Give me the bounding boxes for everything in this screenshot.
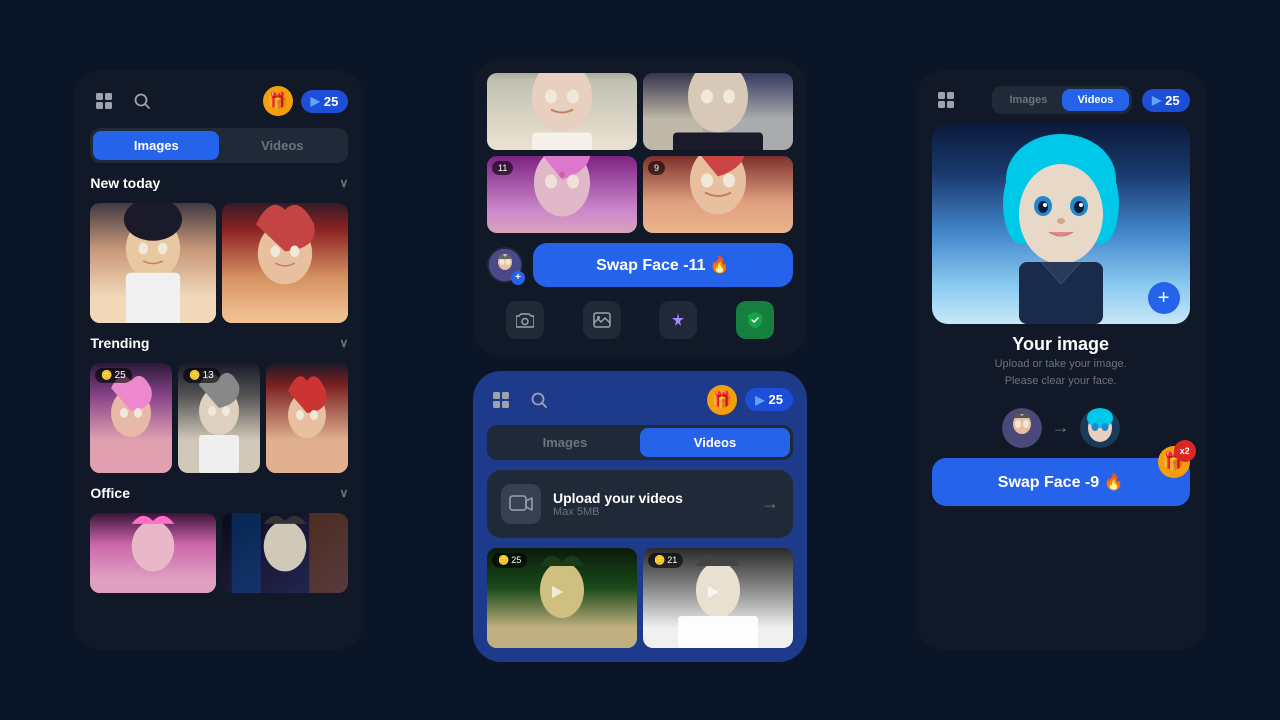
avatar-container: + [487,247,523,283]
avatar-add-icon: + [511,271,525,285]
video-thumb-1[interactable]: 🪙25 [487,548,637,648]
mid-bottom-phone: 🎁 ▶ 25 Images Videos Upload your videos [473,371,807,662]
tab-images-left[interactable]: Images [93,131,219,160]
new-today-img-2[interactable] [222,203,348,323]
grid-icon[interactable] [90,87,118,115]
coin-count-bottom: 25 [769,392,783,407]
arrow-icon-right: ▶ [1152,93,1161,107]
search-icon-bottom[interactable] [525,386,553,414]
tab-videos-right[interactable]: Videos [1062,89,1129,111]
upload-box[interactable]: Upload your videos Max 5MB → [487,470,793,538]
chevron-new-today[interactable]: ∨ [340,176,349,190]
chevron-trending[interactable]: ∨ [340,336,349,350]
gift-wrapper: 🎁 x2 [1158,446,1190,478]
your-image-subtitle-2: Please clear your face. [932,374,1190,389]
num-badge-13: 🪙 13 [183,368,219,383]
upload-text: Upload your videos Max 5MB [553,490,749,518]
mid-img-4[interactable]: 9 [643,156,793,233]
camera-icon[interactable] [506,301,544,339]
shield-icon[interactable] [736,301,774,339]
office-grid [90,513,348,593]
swap-face-button-right[interactable]: Swap Face -9 🔥 [932,458,1190,506]
target-avatar [1080,408,1120,448]
mid-num-badge-9: 9 [648,161,665,175]
gift-badge-container: 🎁 x2 [1158,446,1190,478]
mid-bottom-header-right: 🎁 ▶ 25 [707,385,793,415]
trending-img-3[interactable] [266,363,348,473]
tab-videos-bottom[interactable]: Videos [640,428,790,457]
upload-arrow-icon: → [761,493,779,514]
arrow-icon-bottom: ▶ [755,393,764,407]
search-icon[interactable] [128,87,156,115]
video-thumb-2[interactable]: 🪙21 [643,548,793,648]
chevron-office[interactable]: ∨ [340,486,349,500]
swap-face-button-mid[interactable]: Swap Face -11 🔥 [533,243,793,287]
mid-bottom-header: 🎁 ▶ 25 [487,385,793,415]
office-img-1[interactable] [90,513,216,593]
coin-count-badge: ▶ 25 [301,90,349,113]
hero-image: + [932,124,1190,324]
section-new-today: New today ∨ [90,175,348,191]
coin-count: 25 [324,94,338,109]
swap-btn-section: Swap Face -9 🔥 🎁 x2 [932,458,1190,506]
right-phone: Images Videos ▶ 25 [916,70,1206,650]
your-image-subtitle-1: Upload or take your image. [932,357,1190,372]
coin-badge[interactable]: 🎁 [263,86,293,116]
left-header-icons [90,87,156,115]
section-trending: Trending ∨ [90,335,348,351]
new-today-img-1[interactable] [90,203,216,323]
tab-images-right[interactable]: Images [995,89,1062,111]
your-image-title: Your image [932,334,1190,355]
new-today-grid [90,203,348,323]
left-phone: 🎁 ▶ 25 Images Videos New today ∨ [74,70,364,650]
right-tab-section: Images Videos ▶ 25 [992,86,1190,114]
grid-icon-right[interactable] [932,86,960,114]
tab-videos-left[interactable]: Videos [219,131,345,160]
mid-top-grid: 11 9 [487,73,793,233]
mid-section: 11 9 [473,59,807,662]
face-shape-2 [222,203,348,323]
coin-count-right: ▶ 25 [1142,89,1190,112]
trending-img-1[interactable]: 🪙 25 [90,363,172,473]
mid-bottom-tab-row: Images Videos [487,425,793,460]
photo-icon[interactable] [583,301,621,339]
coin-badge-bottom[interactable]: 🎁 [707,385,737,415]
mid-top-phone: 11 9 [473,59,807,357]
your-image-section: Your image Upload or take your image. Pl… [932,334,1190,390]
mid-bottom-header-icons [487,386,553,414]
video-upload-icon [501,484,541,524]
section-office: Office ∨ [90,485,348,501]
transform-arrow-row: → [932,408,1190,448]
left-phone-header: 🎁 ▶ 25 [90,86,348,116]
left-tab-row: Images Videos [90,128,348,163]
face-shape-1 [90,203,216,323]
grid-icon-bottom[interactable] [487,386,515,414]
coin-count-badge-bottom: ▶ 25 [745,388,793,411]
gift-count-badge: x2 [1174,440,1196,462]
arrow-icon: ▶ [311,94,320,108]
plus-button[interactable]: + [1148,282,1180,314]
right-tab-row: Images Videos [992,86,1132,114]
mid-img-3[interactable]: 11 [487,156,637,233]
swap-row: + Swap Face -11 🔥 [487,243,793,287]
trending-grid: 🪙 25 🪙 13 [90,363,348,473]
office-img-2[interactable] [222,513,348,593]
mid-img-2[interactable] [643,73,793,150]
right-phone-header: Images Videos ▶ 25 [932,86,1190,114]
video-badge-21: 🪙21 [648,553,683,568]
trending-img-2[interactable]: 🪙 13 [178,363,260,473]
sparkle-icon[interactable] [659,301,697,339]
num-badge-25: 🪙 25 [95,368,131,383]
video-badge-25: 🪙25 [492,553,527,568]
bottom-toolbar [487,297,793,343]
upload-sub: Max 5MB [553,506,749,518]
tab-images-bottom[interactable]: Images [490,428,640,457]
video-preview-grid: 🪙25 🪙21 [487,548,793,648]
upload-title: Upload your videos [553,490,749,506]
transform-arrow-icon: → [1052,417,1070,438]
mid-num-badge-11: 11 [492,161,513,175]
mid-img-1[interactable] [487,73,637,150]
left-header-right: 🎁 ▶ 25 [263,86,349,116]
source-avatar [1002,408,1042,448]
